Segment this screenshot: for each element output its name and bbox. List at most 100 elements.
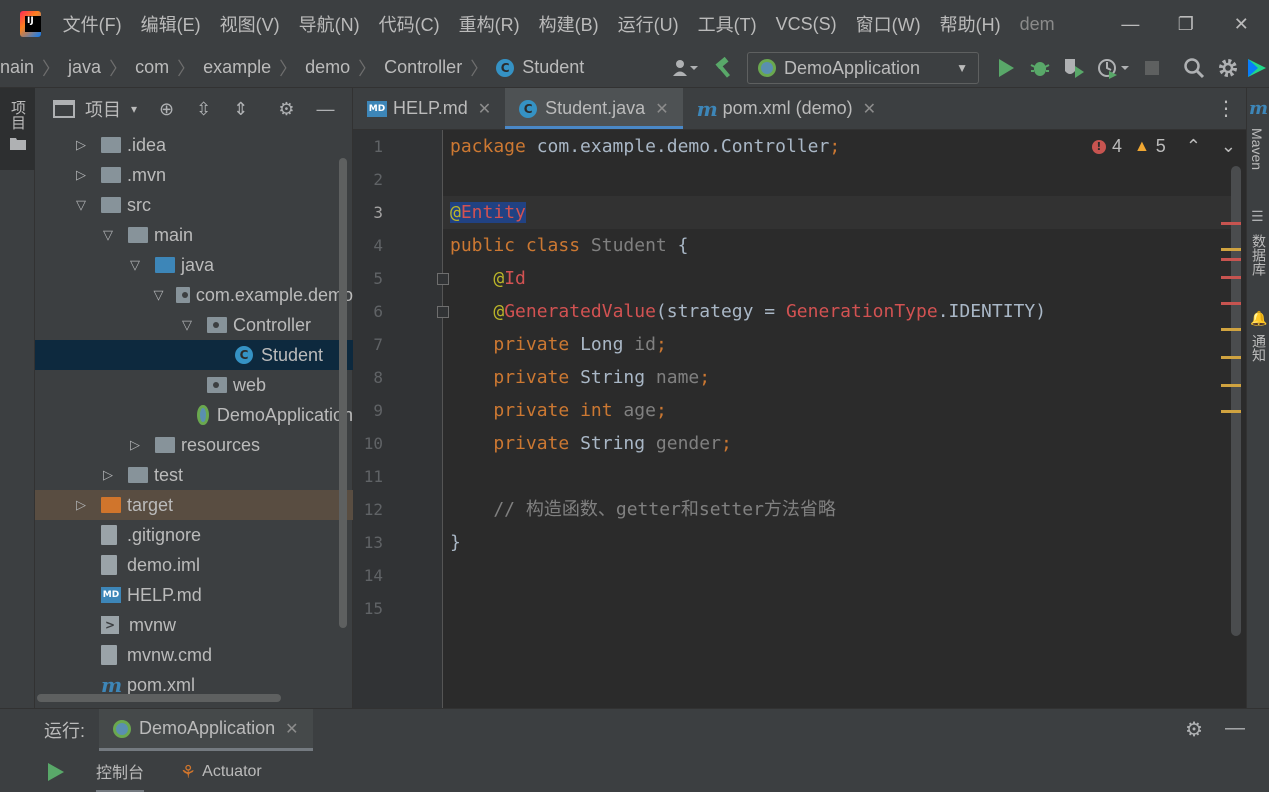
coverage-icon[interactable]	[1057, 51, 1091, 85]
chevron-right-icon[interactable]: ▷	[73, 497, 89, 513]
tab-actuator[interactable]: ⚘ Actuator	[180, 751, 262, 792]
code-line[interactable]: private Long id;	[450, 328, 666, 361]
menu-help[interactable]: 帮助(H)	[940, 11, 1001, 37]
intellij-logo-icon[interactable]: IJ	[20, 11, 41, 37]
fold-icon[interactable]	[437, 306, 449, 318]
tree-item[interactable]: ▽ main	[35, 220, 353, 250]
project-tool-window-button[interactable]: 项目	[0, 88, 35, 170]
chevron-down-icon[interactable]: ▽	[179, 317, 195, 333]
breadcrumb-item[interactable]: nain	[0, 57, 34, 78]
tree-item[interactable]: MD HELP.md	[35, 580, 353, 610]
breadcrumb-item[interactable]: example	[203, 57, 271, 78]
collapse-all-icon[interactable]: ⇕	[233, 99, 248, 120]
warning-stripe-mark[interactable]	[1221, 356, 1241, 359]
line-number[interactable]: 8	[353, 361, 383, 394]
error-stripe-mark[interactable]	[1221, 302, 1241, 305]
breadcrumb-item[interactable]: com	[135, 57, 169, 78]
breadcrumb-item-student[interactable]: C Student	[496, 57, 584, 78]
fold-icon[interactable]	[437, 273, 449, 285]
close-icon[interactable]: ✕	[285, 719, 298, 739]
line-number[interactable]: 6	[353, 295, 383, 328]
line-number[interactable]: 4	[353, 229, 383, 262]
breadcrumb-item[interactable]: java	[68, 57, 101, 78]
tree-item[interactable]: ▽ java	[35, 250, 353, 280]
menu-window[interactable]: 窗口(W)	[856, 11, 921, 37]
code-line[interactable]: @GeneratedValue(strategy = GenerationTyp…	[450, 295, 1046, 328]
chevron-down-icon[interactable]: ▽	[73, 197, 89, 213]
database-tool-window-button[interactable]: 数据库	[1249, 234, 1269, 276]
chevron-down-icon[interactable]: ▽	[100, 227, 116, 243]
code-line[interactable]: // 构造函数、getter和setter方法省略	[450, 493, 836, 526]
debug-icon[interactable]	[1023, 51, 1057, 85]
menu-tools[interactable]: 工具(T)	[698, 11, 757, 37]
menu-run[interactable]: 运行(U)	[618, 11, 679, 37]
line-number[interactable]: 5	[353, 262, 383, 295]
notifications-tool-window-button[interactable]: 通知	[1249, 334, 1269, 362]
chevron-down-icon[interactable]: ▽	[153, 287, 164, 303]
code-line[interactable]: @Entity	[450, 196, 526, 229]
code-line[interactable]: public class Student {	[450, 229, 688, 262]
menu-build[interactable]: 构建(B)	[539, 11, 599, 37]
inspection-widget[interactable]: ! 4 ▲ 5 ⌃ ⌄	[1091, 136, 1236, 157]
run-tab-demoapplication[interactable]: DemoApplication ✕	[99, 709, 313, 751]
hide-panel-icon[interactable]: —	[316, 99, 334, 120]
breadcrumb-item[interactable]: Controller	[384, 57, 462, 78]
tree-item[interactable]: demo.iml	[35, 550, 353, 580]
view-dropdown-icon[interactable]: ▾	[131, 102, 137, 116]
line-number[interactable]: 14	[353, 559, 383, 592]
profiler-icon[interactable]	[1091, 51, 1135, 85]
line-number[interactable]: 1	[353, 130, 383, 163]
close-button[interactable]: ✕	[1214, 14, 1269, 35]
close-icon[interactable]: ✕	[478, 99, 491, 119]
settings-gear-icon[interactable]	[1211, 51, 1245, 85]
menu-file[interactable]: 文件(F)	[63, 11, 122, 37]
close-icon[interactable]: ✕	[863, 99, 876, 119]
tab-student-java[interactable]: C Student.java ✕	[505, 88, 683, 129]
warning-stripe-mark[interactable]	[1221, 328, 1241, 331]
tree-item[interactable]: web	[35, 370, 353, 400]
tree-item[interactable]: > mvnw	[35, 610, 353, 640]
chevron-right-icon[interactable]: ▷	[100, 467, 116, 483]
maven-tool-window-button[interactable]: Maven	[1249, 128, 1265, 170]
rerun-icon[interactable]	[48, 763, 64, 781]
close-icon[interactable]: ✕	[655, 99, 668, 119]
expand-all-icon[interactable]: ⇳	[196, 99, 211, 120]
more-options-icon[interactable]: ⋮	[1206, 88, 1246, 129]
line-number[interactable]: 2	[353, 163, 383, 196]
tree-item[interactable]: ▷ .mvn	[35, 160, 353, 190]
error-stripe-mark[interactable]	[1221, 276, 1241, 279]
menu-navigate[interactable]: 导航(N)	[299, 11, 360, 37]
code-line[interactable]: @Id	[450, 262, 526, 295]
warning-stripe-mark[interactable]	[1221, 248, 1241, 251]
tree-item[interactable]: DemoApplication	[35, 400, 353, 430]
user-account-icon[interactable]	[663, 51, 707, 85]
line-number[interactable]: 10	[353, 427, 383, 460]
search-icon[interactable]	[1177, 51, 1211, 85]
warning-stripe-mark[interactable]	[1221, 384, 1241, 387]
menu-edit[interactable]: 编辑(E)	[141, 11, 201, 37]
settings-gear-icon[interactable]: ⚙	[1185, 717, 1203, 742]
vertical-scrollbar[interactable]	[339, 158, 347, 628]
menu-code[interactable]: 代码(C)	[379, 11, 440, 37]
settings-gear-icon[interactable]: ⚙	[278, 99, 294, 120]
tree-item[interactable]: ▷ resources	[35, 430, 353, 460]
line-number[interactable]: 7	[353, 328, 383, 361]
horizontal-scrollbar[interactable]	[37, 694, 281, 702]
tree-item[interactable]: ▷ .idea	[35, 130, 353, 160]
tree-item[interactable]: ▷ test	[35, 460, 353, 490]
chevron-down-icon[interactable]: ▽	[127, 257, 143, 273]
hide-panel-icon[interactable]: —	[1225, 717, 1245, 742]
line-number[interactable]: 3	[353, 196, 383, 229]
build-hammer-icon[interactable]	[707, 51, 741, 85]
code-line[interactable]: }	[450, 526, 461, 559]
chevron-right-icon[interactable]: ▷	[73, 137, 89, 153]
tree-item[interactable]: mvnw.cmd	[35, 640, 353, 670]
warning-stripe-mark[interactable]	[1221, 410, 1241, 413]
chevron-right-icon[interactable]: ▷	[73, 167, 89, 183]
code-line[interactable]: private int age;	[450, 394, 666, 427]
line-number-gutter[interactable]: 1 2 3 4 5 6 7 8 9 10 11 12 13 14 15	[353, 130, 443, 708]
next-highlight-icon[interactable]: ⌄	[1221, 136, 1236, 157]
error-stripe-mark[interactable]	[1221, 222, 1241, 225]
plugin-logo-icon[interactable]	[1245, 51, 1269, 85]
tree-item[interactable]: .gitignore	[35, 520, 353, 550]
